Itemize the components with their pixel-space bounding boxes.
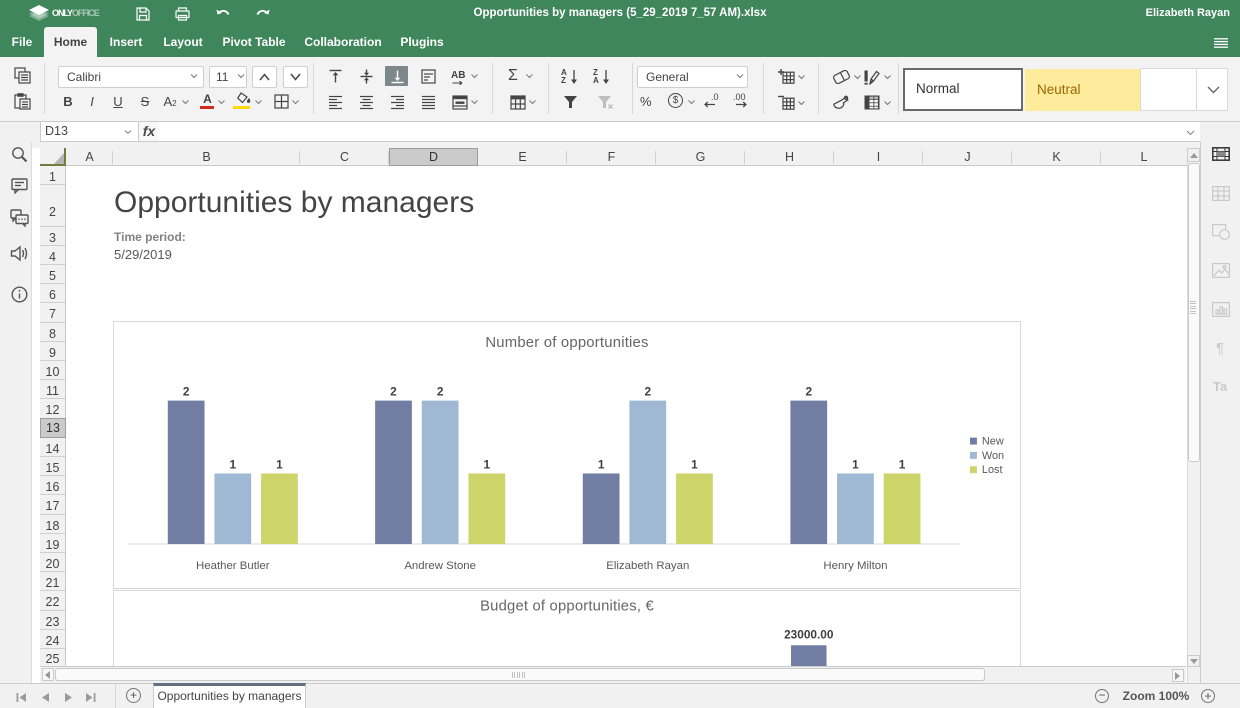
svg-text:.00: .00 bbox=[733, 92, 746, 102]
svg-text:Heather Butler: Heather Butler bbox=[196, 560, 270, 572]
svg-text:1: 1 bbox=[852, 457, 859, 471]
svg-text:23000.00: 23000.00 bbox=[784, 627, 834, 641]
svg-text:1: 1 bbox=[899, 457, 906, 471]
svg-text:2: 2 bbox=[644, 385, 651, 399]
svg-text:Elizabeth Rayan: Elizabeth Rayan bbox=[606, 560, 689, 572]
svg-text:2: 2 bbox=[437, 385, 444, 399]
svg-text:Budget of opportunities, €: Budget of opportunities, € bbox=[480, 599, 654, 615]
svg-text:1: 1 bbox=[483, 457, 490, 471]
svg-text:New: New bbox=[982, 436, 1004, 448]
svg-text:Won: Won bbox=[982, 450, 1004, 462]
svg-text:1: 1 bbox=[691, 457, 698, 471]
svg-text:2: 2 bbox=[390, 385, 397, 399]
svg-text:Andrew Stone: Andrew Stone bbox=[404, 560, 476, 572]
svg-text:1: 1 bbox=[230, 457, 237, 471]
svg-text:1: 1 bbox=[598, 457, 605, 471]
svg-text:1: 1 bbox=[276, 457, 283, 471]
svg-text:Henry Milton: Henry Milton bbox=[823, 560, 887, 572]
svg-text:2: 2 bbox=[805, 385, 812, 399]
svg-text:2: 2 bbox=[183, 385, 190, 399]
svg-text:Number of opportunities: Number of opportunities bbox=[485, 335, 648, 351]
svg-text:Lost: Lost bbox=[982, 464, 1003, 476]
svg-text:.0: .0 bbox=[711, 92, 719, 102]
